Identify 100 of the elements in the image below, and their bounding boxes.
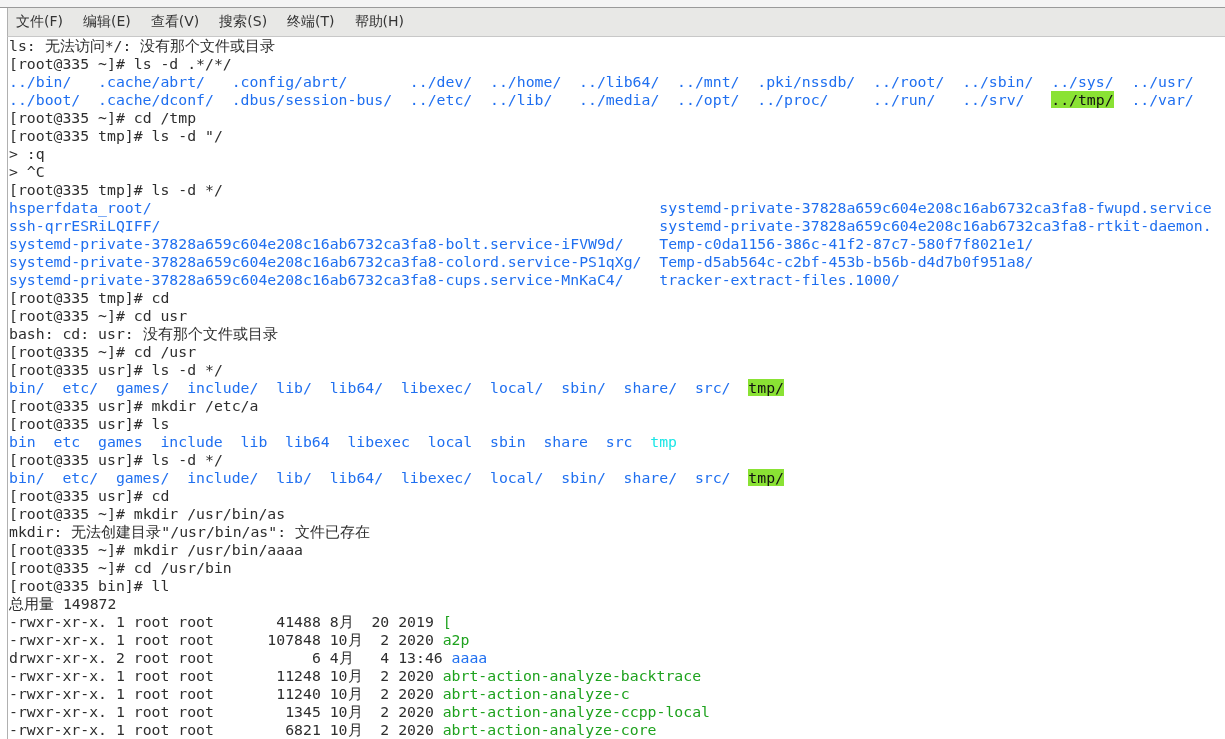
directory-name: libexec/	[400, 469, 473, 486]
terminal-text: [root@335 usr]# ls -d */	[9, 451, 223, 469]
directory-name: etc	[53, 433, 81, 450]
directory-name: sbin/	[561, 379, 606, 396]
directory-name: local	[427, 433, 473, 450]
directory-name: ../home/	[490, 73, 562, 90]
directory-name: Temp-c0da1156-386c-41f2-87c7-580f7f8021e1/	[659, 235, 1034, 252]
directory-name: src	[605, 433, 633, 450]
terminal-text: [root@335 ~]# cd usr	[9, 307, 188, 325]
directory-name: include/	[187, 379, 259, 396]
file-info: -rwxr-xr-x. 1 root root 6821 10月 2 2020	[9, 721, 434, 739]
executable-name: abrt-action-analyze-core	[442, 721, 657, 739]
directory-name: games/	[115, 469, 170, 486]
directory-name: etc/	[62, 469, 99, 486]
directory-name: Temp-d5ab564c-c2bf-453b-b56b-d4d7b0f951a8/	[659, 253, 1034, 270]
menu-item[interactable]: 查看(V)	[149, 11, 201, 33]
directory-name: games/	[115, 379, 170, 396]
directory-name: lib64/	[329, 379, 384, 396]
directory-name: local/	[490, 469, 544, 486]
terminal-text: [root@335 usr]# cd	[9, 487, 170, 505]
terminal-text: [root@335 tmp]# cd	[9, 289, 170, 307]
terminal-text: bash: cd: usr: 没有那个文件或目录	[9, 325, 278, 343]
directory-name: ../tmp/	[1051, 91, 1114, 108]
directory-name: src/	[694, 469, 731, 486]
directory-name: sbin/	[561, 469, 606, 486]
directory-name: systemd-private-37828a659c604e208c16ab6732ca3fa8-fwupd.service	[659, 199, 1212, 216]
directory-name: ../srv/	[962, 91, 1025, 108]
directory-name: include	[160, 433, 223, 450]
directory-name: ../usr/	[1131, 73, 1194, 90]
directory-name: share/	[623, 379, 678, 396]
directory-name: ../boot/	[9, 91, 81, 108]
terminal-text: [root@335 ~]# mkdir /usr/bin/as	[9, 505, 286, 523]
file-info: -rwxr-xr-x. 1 root root 1345 10月 2 2020	[9, 703, 434, 721]
terminal-text: [root@335 usr]# ls	[9, 415, 170, 433]
directory-name: share/	[623, 469, 678, 486]
directory-name: ../mnt/	[677, 73, 740, 90]
directory-name: games	[98, 433, 143, 450]
directory-name: bin/	[9, 379, 45, 396]
menu-item[interactable]: 编辑(E)	[82, 11, 132, 33]
directory-name: ../opt/	[677, 91, 740, 108]
directory-name: hsperfdata_root/	[9, 199, 152, 216]
executable-name: abrt-action-analyze-c	[442, 685, 630, 703]
directory-name: systemd-private-37828a659c604e208c16ab6732ca3fa8-cups.service-MnKaC4/	[9, 271, 624, 288]
terminal-text: [root@335 tmp]# ls -d */	[9, 181, 223, 199]
directory-name: libexec/	[400, 379, 473, 396]
directory-name: tracker-extract-files.1000/	[659, 271, 900, 288]
directory-name: ../run/	[873, 91, 936, 108]
directory-name: .cache/abrt/	[98, 73, 205, 90]
directory-name: ../lib/	[490, 91, 553, 108]
terminal-text: [root@335 ~]# ls -d .*/*/	[9, 55, 232, 73]
file-info: -rwxr-xr-x. 1 root root 11240 10月 2 2020	[9, 685, 434, 703]
terminal-text: [root@335 usr]# ls -d */	[9, 361, 223, 379]
terminal-text: mkdir: 无法创建目录"/usr/bin/as": 文件已存在	[9, 523, 370, 541]
directory-name: ../media/	[579, 91, 660, 108]
directory-name: .config/abrt/	[231, 73, 348, 90]
menu-item[interactable]: 文件(F)	[15, 11, 64, 33]
executable-name: [	[442, 613, 452, 631]
terminal-text: [root@335 bin]# ll	[9, 577, 170, 595]
directory-name: src/	[694, 379, 731, 396]
directory-name: ssh-qrrESRiLQIFF/	[9, 217, 161, 234]
terminal-text: [root@335 tmp]# ls -d "/	[9, 127, 223, 145]
menu-item[interactable]: 终端(T)	[286, 11, 336, 33]
terminal-text: 总用量 149872	[9, 595, 117, 613]
file-info: drwxr-xr-x. 2 root root 6 4月 4 13:46	[9, 649, 443, 667]
directory-name: systemd-private-37828a659c604e208c16ab6732ca3fa8-rtkit-daemon.	[659, 217, 1212, 234]
directory-name: libexec	[347, 433, 410, 450]
menu-item[interactable]: 帮助(H)	[353, 11, 406, 33]
directory-name: systemd-private-37828a659c604e208c16ab6732ca3fa8-bolt.service-iFVW9d/	[9, 235, 624, 252]
executable-name: a2p	[442, 631, 470, 649]
directory-name: .dbus/session-bus/	[231, 91, 393, 108]
file-info: -rwxr-xr-x. 1 root root 107848 10月 2 2020	[9, 631, 434, 649]
file-info: -rwxr-xr-x. 1 root root 41488 8月 20 2019	[9, 613, 434, 631]
directory-name: aaaa	[451, 649, 488, 667]
directory-name: .pki/nssdb/	[757, 73, 856, 90]
terminal-text: > :q	[9, 145, 45, 163]
directory-name: ../lib64/	[579, 73, 660, 90]
directory-name: ../var/	[1131, 91, 1194, 108]
directory-name: ../dev/	[409, 73, 473, 90]
directory-name: ../bin/	[9, 73, 72, 90]
directory-name: local/	[490, 379, 544, 396]
menu-item[interactable]: 搜索(S)	[218, 11, 269, 33]
directory-name: .cache/dconf/	[98, 91, 214, 108]
executable-name: abrt-action-analyze-ccpp-local	[442, 703, 710, 721]
terminal-text: > ^C	[9, 163, 45, 181]
link-name: tmp	[650, 433, 677, 450]
directory-name: include/	[187, 469, 259, 486]
directory-name: tmp/	[748, 469, 784, 486]
executable-name: abrt-action-analyze-backtrace	[442, 667, 702, 685]
terminal-text: [root@335 ~]# cd /usr	[9, 343, 197, 361]
directory-name: lib/	[276, 469, 312, 486]
directory-name: bin	[9, 433, 36, 450]
directory-name: etc/	[62, 379, 99, 396]
directory-name: ../sbin/	[962, 73, 1034, 90]
directory-name: ../etc/	[409, 91, 473, 108]
terminal-text: [root@335 usr]# mkdir /etc/a	[9, 397, 259, 415]
terminal-text: [root@335 ~]# mkdir /usr/bin/aaaa	[9, 541, 303, 559]
terminal-text: [root@335 ~]# cd /usr/bin	[9, 559, 232, 577]
directory-name: share	[543, 433, 588, 450]
file-info: -rwxr-xr-x. 1 root root 11248 10月 2 2020	[9, 667, 434, 685]
directory-name: ../root/	[873, 73, 945, 90]
